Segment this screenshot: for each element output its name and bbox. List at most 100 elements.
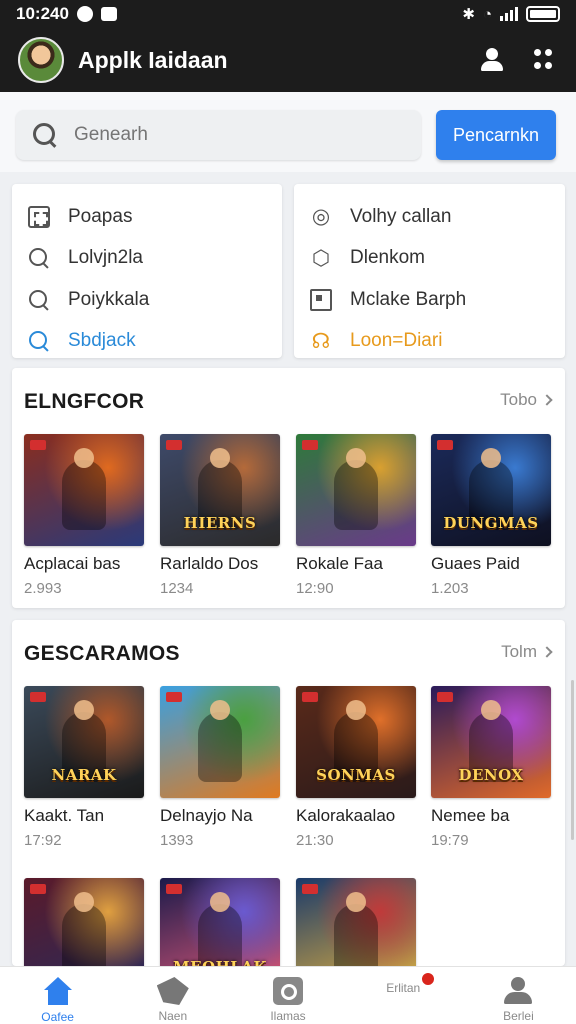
tab-notification[interactable]: Erlitan — [346, 967, 461, 1024]
wifi-icon: ◔ — [482, 5, 492, 23]
game-logo: DUNGMAS — [443, 514, 539, 532]
game-title: Guaes Paid — [431, 554, 520, 573]
section-title: GESCARAMOS — [24, 642, 180, 665]
menu-item-label: Poiykkala — [68, 288, 150, 310]
see-all-label: Tolm — [501, 642, 537, 661]
game-card[interactable]: DUNGMAS Guaes Paid 1.203 — [431, 434, 551, 597]
game-logo: HIERNS — [183, 514, 257, 532]
scrollbar[interactable] — [571, 680, 574, 840]
battery-icon — [526, 6, 560, 22]
game-character — [62, 448, 106, 530]
search-box[interactable] — [16, 110, 421, 160]
see-all-link[interactable]: Tolm — [501, 642, 553, 662]
game-card[interactable]: HIERNS Rarlaldo Dos 1234 — [160, 434, 280, 597]
section-featured: ELNGFCOR Tobo Acplacai bas 2.993 HIERNS Rar… — [12, 368, 565, 608]
grid-icon — [26, 204, 52, 230]
avatar[interactable] — [18, 37, 64, 83]
search-icon — [32, 122, 58, 148]
game-card[interactable]: Acplacai bas 2.993 — [24, 434, 144, 597]
game-logo: NARAK — [51, 766, 117, 784]
game-card[interactable]: DENOX Nemee ba 19:79 — [431, 686, 551, 849]
menu-item[interactable]: Poapas — [26, 196, 282, 238]
menu-card-left: Poapas Lolvjn2la Poiykkala Sbdjack — [12, 184, 282, 358]
menu-item[interactable]: Lolvjn2la — [26, 238, 282, 280]
tab-label: Erlitan — [386, 981, 421, 995]
app-title: Applk Iaidaan — [78, 46, 228, 73]
target-icon: ◎ — [311, 205, 331, 229]
game-badge — [30, 692, 46, 702]
game-thumbnail[interactable]: NARAK — [24, 686, 144, 798]
home-icon — [42, 977, 74, 1006]
game-count: 2.993 — [24, 580, 62, 597]
tab-home[interactable]: Oafee — [0, 967, 115, 1024]
game-count: 19:79 — [431, 832, 469, 849]
menu-item-label: Poapas — [68, 205, 133, 227]
game-card[interactable]: Delnayjo Na 1393 — [160, 686, 280, 849]
game-card[interactable]: Rokale Faa 12:90 — [296, 434, 416, 597]
menu-item-label: Lolvjn2la — [68, 247, 143, 269]
search-icon — [26, 328, 52, 354]
notification-app-icon — [100, 7, 117, 21]
tab-label: Berlei — [503, 1009, 534, 1023]
game-logo: DENOX — [458, 766, 524, 784]
game-count: 21:30 — [296, 832, 334, 849]
menu-item[interactable]: Mclake Barph — [308, 279, 565, 321]
menu-item-label: Sbdjack — [68, 330, 136, 352]
menu-card-right: ◎ Volhy callan ⬡ Dlenkom Mclake Barph ☊ Loon=D… — [294, 184, 565, 358]
user-icon[interactable] — [480, 48, 504, 72]
game-title: Delnayjo Na — [160, 806, 253, 825]
tab-label: Naen — [158, 1009, 188, 1023]
app-bar: Applk Iaidaan — [0, 28, 576, 92]
bottom-tab-bar: Oafee Naen Ilamas Erlitan Berlei — [0, 966, 576, 1024]
game-thumbnail[interactable]: DUNGMAS — [431, 434, 551, 546]
game-thumbnail[interactable] — [296, 434, 416, 546]
menu-item[interactable]: Poiykkala — [26, 279, 282, 321]
game-count: 12:90 — [296, 580, 334, 597]
notification-badge — [420, 971, 436, 987]
menu-item[interactable]: ◎ Volhy callan — [308, 196, 565, 238]
menu-item[interactable]: ⬡ Dlenkom — [308, 238, 565, 280]
tab-label: Ilamas — [270, 1009, 306, 1023]
headset-icon: ☊ — [311, 329, 331, 353]
game-badge — [302, 440, 318, 450]
game-badge — [166, 440, 182, 450]
game-count: 17:92 — [24, 832, 62, 849]
menu-item-label: Mclake Barph — [350, 288, 467, 310]
messenger-icon — [76, 6, 93, 22]
game-badge — [437, 692, 453, 702]
menu-item-label: Loon=Diari — [350, 330, 443, 352]
game-title: Rarlaldo Dos — [160, 554, 259, 573]
game-title: Acplacai bas — [24, 554, 121, 573]
tab-news[interactable]: Naen — [115, 967, 230, 1024]
box-icon — [308, 287, 334, 313]
game-thumbnail[interactable]: SONMAS — [296, 686, 416, 798]
game-thumbnail[interactable]: DENOX — [431, 686, 551, 798]
menu-item-label: Dlenkom — [350, 247, 425, 269]
menu-item[interactable]: Sbdjack — [26, 321, 282, 363]
status-bar: 10:240 ✱ ◔ — [0, 0, 576, 28]
profile-icon — [503, 977, 533, 1005]
cube-icon: ⬡ — [311, 246, 331, 270]
game-thumbnail[interactable]: HIERNS — [160, 434, 280, 546]
game-card[interactable]: NARAK Kaakt. Tan 17:92 — [24, 686, 144, 849]
game-thumbnail[interactable] — [24, 434, 144, 546]
game-badge — [437, 440, 453, 450]
bluetooth-icon: ✱ — [462, 6, 475, 23]
signal-icon — [500, 7, 518, 21]
see-all-link[interactable]: Tobo — [500, 390, 553, 410]
search-input[interactable] — [74, 124, 394, 146]
menu-item[interactable]: ☊ Loon=Diari — [308, 321, 565, 363]
more-options-icon[interactable] — [534, 49, 554, 71]
game-thumbnail[interactable] — [160, 686, 280, 798]
game-badge — [30, 884, 46, 894]
chevron-right-icon — [541, 646, 553, 658]
section-discover: GESCARAMOS Tolm NARAK Kaakt. Tan 17:92 Deln… — [12, 620, 565, 990]
tab-games[interactable]: Ilamas — [230, 967, 345, 1024]
news-icon — [156, 977, 189, 1005]
tab-profile[interactable]: Berlei — [461, 967, 576, 1024]
game-card[interactable]: SONMAS Kalorakaalao 21:30 — [296, 686, 416, 849]
game-badge — [166, 692, 182, 702]
game-badge — [302, 692, 318, 702]
search-button[interactable]: Pencarnkn — [436, 110, 556, 160]
game-count: 1.203 — [431, 580, 469, 597]
